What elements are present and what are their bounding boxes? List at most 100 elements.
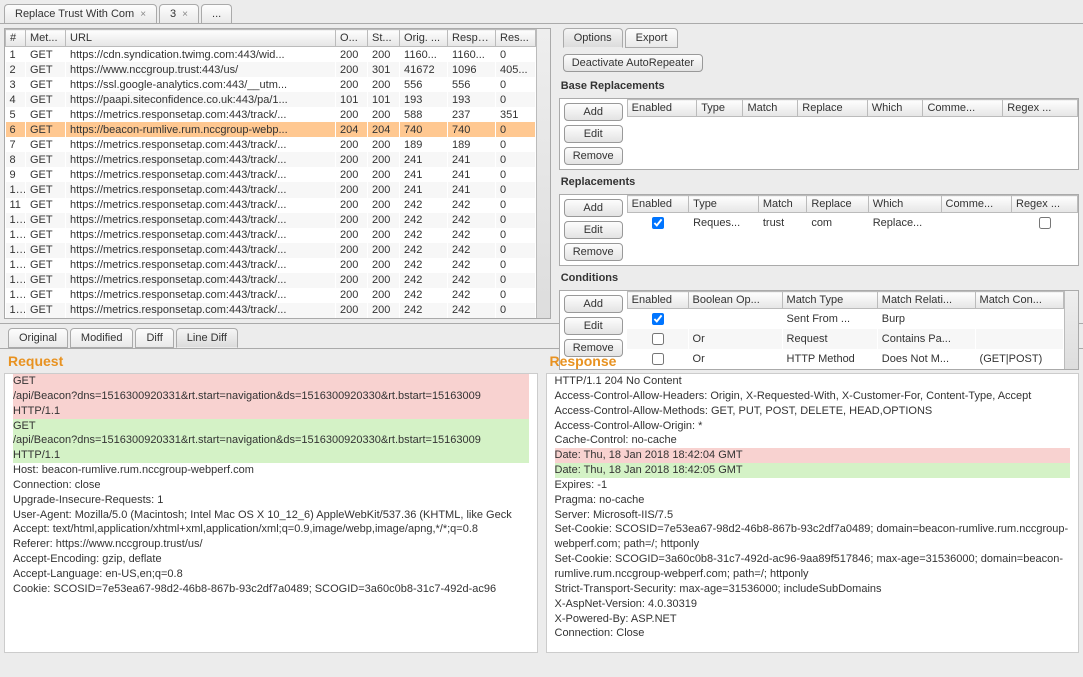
top-tab[interactable]: Replace Trust With Com× xyxy=(4,4,157,23)
text-line: Date: Thu, 18 Jan 2018 18:42:05 GMT xyxy=(555,463,1071,478)
text-line: Connection: close xyxy=(13,478,529,493)
enabled-checkbox[interactable] xyxy=(652,217,664,229)
table-row[interactable]: Sent From ...Burp xyxy=(627,309,1063,330)
column-header[interactable]: Match Type xyxy=(782,292,877,309)
table-row[interactable]: 8GEThttps://metrics.responsetap.com:443/… xyxy=(6,152,536,167)
column-header[interactable]: Regex ... xyxy=(1003,100,1078,117)
table-row[interactable]: 4GEThttps://paapi.siteconfidence.co.uk:4… xyxy=(6,92,536,107)
remove-button[interactable]: Remove xyxy=(564,147,623,165)
table-row[interactable]: 14GEThttps://metrics.responsetap.com:443… xyxy=(6,243,536,258)
table-row[interactable]: 5GEThttps://metrics.responsetap.com:443/… xyxy=(6,107,536,122)
column-header[interactable]: Enabled xyxy=(627,292,688,309)
edit-button[interactable]: Edit xyxy=(564,317,623,335)
top-tab[interactable]: ... xyxy=(201,4,232,23)
table-row[interactable]: 12GEThttps://metrics.responsetap.com:443… xyxy=(6,213,536,228)
enabled-checkbox[interactable] xyxy=(1039,217,1051,229)
text-line: Access-Control-Allow-Headers: Origin, X-… xyxy=(555,389,1071,404)
table-row[interactable]: 2GEThttps://www.nccgroup.trust:443/us/20… xyxy=(6,62,536,77)
conditions-title: Conditions xyxy=(555,270,1083,286)
text-line: /api/Beacon?dns=1516300920331&rt.start=n… xyxy=(13,433,529,448)
subtab[interactable]: Options xyxy=(563,28,623,48)
table-row[interactable]: 15GEThttps://metrics.responsetap.com:443… xyxy=(6,258,536,273)
text-line: Accept-Language: en-US,en;q=0.8 xyxy=(13,567,529,582)
text-line: HTTP/1.1 xyxy=(13,448,529,463)
column-header[interactable]: Which xyxy=(868,196,941,213)
text-line: Cookie: SCOSID=7e53ea67-98d2-46b8-867b-9… xyxy=(13,582,529,597)
column-header[interactable]: Res... xyxy=(496,30,536,47)
request-body[interactable]: GET/api/Beacon?dns=1516300920331&rt.star… xyxy=(4,373,538,653)
detail-tab[interactable]: Line Diff xyxy=(176,328,238,348)
column-header[interactable]: Match xyxy=(758,196,806,213)
column-header[interactable]: Regex ... xyxy=(1012,196,1078,213)
column-header[interactable]: Comme... xyxy=(923,100,1003,117)
table-row[interactable]: OrRequestContains Pa... xyxy=(627,329,1063,349)
column-header[interactable]: Enabled xyxy=(627,196,688,213)
base-replacements-title: Base Replacements xyxy=(555,78,1083,94)
text-line: Accept-Encoding: gzip, deflate xyxy=(13,552,529,567)
column-header[interactable]: Replace xyxy=(798,100,867,117)
column-header[interactable]: Type xyxy=(697,100,743,117)
column-header[interactable]: # xyxy=(6,30,26,47)
text-line: GET xyxy=(13,419,529,434)
table-row[interactable]: 10GEThttps://metrics.responsetap.com:443… xyxy=(6,182,536,197)
top-tab[interactable]: 3× xyxy=(159,4,199,23)
add-button[interactable]: Add xyxy=(564,103,623,121)
table-row[interactable]: 9GEThttps://metrics.responsetap.com:443/… xyxy=(6,167,536,182)
column-header[interactable]: Orig. ... xyxy=(400,30,448,47)
text-line: Expires: -1 xyxy=(555,478,1071,493)
text-line: X-AspNet-Version: 4.0.30319 xyxy=(555,597,1071,612)
column-header[interactable]: Met... xyxy=(26,30,66,47)
text-line: Server: Microsoft-IIS/7.5 xyxy=(555,508,1071,523)
text-line: Set-Cookie: SCOSID=7e53ea67-98d2-46b8-86… xyxy=(555,522,1071,552)
column-header[interactable]: Type xyxy=(689,196,759,213)
column-header[interactable]: St... xyxy=(368,30,400,47)
enabled-checkbox[interactable] xyxy=(652,313,664,325)
column-header[interactable]: O... xyxy=(336,30,368,47)
subtab[interactable]: Export xyxy=(625,28,679,48)
column-header[interactable]: URL xyxy=(66,30,336,47)
text-line: /api/Beacon?dns=1516300920331&rt.start=n… xyxy=(13,389,529,404)
close-icon[interactable]: × xyxy=(140,9,146,20)
detail-tab[interactable]: Modified xyxy=(70,328,134,348)
enabled-checkbox[interactable] xyxy=(652,333,664,345)
text-line: Cache-Control: no-cache xyxy=(555,433,1071,448)
table-row[interactable]: 3GEThttps://ssl.google-analytics.com:443… xyxy=(6,77,536,92)
response-body[interactable]: HTTP/1.1 204 No ContentAccess-Control-Al… xyxy=(546,373,1080,653)
table-row[interactable]: 11GEThttps://metrics.responsetap.com:443… xyxy=(6,198,536,213)
table-row[interactable]: Reques...trustcomReplace... xyxy=(627,213,1077,234)
text-line: Access-Control-Allow-Methods: GET, PUT, … xyxy=(555,404,1071,419)
detail-tab[interactable]: Original xyxy=(8,328,68,348)
add-button[interactable]: Add xyxy=(564,295,623,313)
close-icon[interactable]: × xyxy=(182,9,188,20)
scrollbar[interactable] xyxy=(536,29,550,318)
table-row[interactable]: 17GEThttps://metrics.responsetap.com:443… xyxy=(6,288,536,303)
table-row[interactable]: 7GEThttps://metrics.responsetap.com:443/… xyxy=(6,137,536,152)
table-row[interactable]: 13GEThttps://metrics.responsetap.com:443… xyxy=(6,228,536,243)
column-header[interactable]: Match Con... xyxy=(975,292,1063,309)
text-line: Host: beacon-rumlive.rum.nccgroup-webper… xyxy=(13,463,529,478)
remove-button[interactable]: Remove xyxy=(564,243,623,261)
column-header[interactable]: Match Relati... xyxy=(877,292,975,309)
column-header[interactable]: Match xyxy=(743,100,798,117)
column-header[interactable]: Boolean Op... xyxy=(688,292,782,309)
column-header[interactable]: Replace xyxy=(807,196,868,213)
history-table[interactable]: #Met...URLO...St...Orig. ...Resp. ...Res… xyxy=(4,28,551,319)
table-row[interactable]: 6GEThttps://beacon-rumlive.rum.nccgroup-… xyxy=(6,122,536,137)
column-header[interactable]: Enabled xyxy=(627,100,697,117)
column-header[interactable]: Which xyxy=(867,100,923,117)
edit-button[interactable]: Edit xyxy=(564,221,623,239)
detail-tab[interactable]: Diff xyxy=(135,328,173,348)
add-button[interactable]: Add xyxy=(564,199,623,217)
column-header[interactable]: Comme... xyxy=(941,196,1012,213)
edit-button[interactable]: Edit xyxy=(564,125,623,143)
table-row[interactable]: 18GEThttps://metrics.responsetap.com:443… xyxy=(6,303,536,318)
text-line: HTTP/1.1 204 No Content xyxy=(555,374,1071,389)
text-line: Connection: Close xyxy=(555,626,1071,641)
deactivate-button[interactable]: Deactivate AutoRepeater xyxy=(563,54,703,72)
text-line: GET xyxy=(13,374,529,389)
table-row[interactable]: 16GEThttps://metrics.responsetap.com:443… xyxy=(6,273,536,288)
column-header[interactable]: Resp. ... xyxy=(448,30,496,47)
table-row[interactable]: 1GEThttps://cdn.syndication.twimg.com:44… xyxy=(6,47,536,63)
text-line: HTTP/1.1 xyxy=(13,404,529,419)
replacements-title: Replacements xyxy=(555,174,1083,190)
